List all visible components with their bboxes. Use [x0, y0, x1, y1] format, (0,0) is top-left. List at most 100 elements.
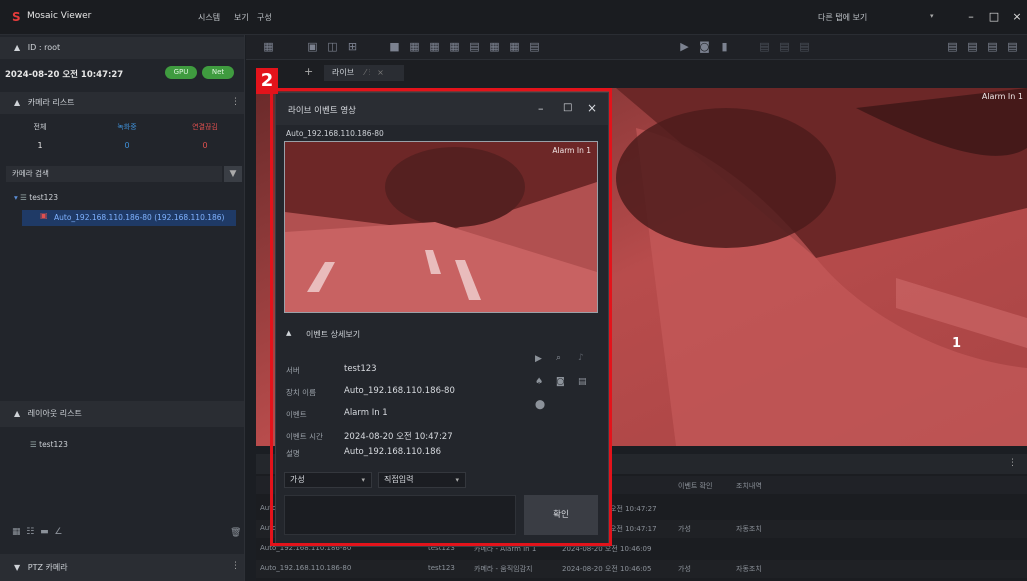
tool-1-icon[interactable]: ▤ [758, 41, 771, 53]
confirm-button[interactable]: 확인 [524, 495, 598, 535]
microphone-icon[interactable]: ♪ [578, 353, 584, 363]
bookmark-icon[interactable]: ▮ [718, 41, 731, 53]
search-icon[interactable]: ⌕ [556, 353, 561, 363]
false-alarm-select-value: 가성 [290, 475, 305, 484]
detail-label-event: 이벤트 [286, 410, 307, 419]
popup-minimize-icon[interactable]: – [538, 102, 544, 115]
minimize-icon[interactable]: – [962, 9, 980, 25]
tree-camera-item[interactable]: ▣ Auto_192.168.110.186-80 (192.168.110.1… [22, 210, 236, 226]
layout-1-icon[interactable]: ▣ [306, 41, 319, 53]
add-tab-icon[interactable]: + [304, 65, 313, 78]
row-device: Auto [260, 504, 277, 512]
menu-system[interactable]: 시스템 [198, 12, 220, 23]
tree-group-item[interactable]: ▾ ☰ test123 [14, 191, 58, 205]
camera-search-input[interactable]: 카메라 검색 [6, 166, 222, 182]
chevron-down-icon: ▾ [361, 476, 365, 484]
layout-6-icon[interactable]: ▦ [428, 41, 441, 53]
tool-3-icon[interactable]: ▤ [798, 41, 811, 53]
menu-view[interactable]: 보기 [234, 12, 249, 23]
camera-list-header[interactable]: ▲ 카메라 리스트 [0, 92, 244, 114]
tab-close-icon[interactable]: × [377, 68, 384, 77]
user-header[interactable]: ▲ ID : root [0, 37, 244, 59]
sidebar: ▲ ID : root 2024-08-20 오전 10:47:27 GPU N… [0, 35, 245, 581]
folder-icon[interactable]: ▬ [40, 527, 49, 537]
other-tab-view-label[interactable]: 다른 탭에 보기 [818, 12, 867, 23]
popup-title: 라이브 이벤트 영상 [288, 106, 356, 116]
edit-icon[interactable]: ∠ [54, 527, 62, 537]
close-icon[interactable]: × [1008, 9, 1026, 25]
tab-live[interactable]: 라이브 ⁄ ⫶ × [324, 65, 404, 81]
alarm-label: Alarm In 1 [981, 92, 1023, 101]
row-server: test123 [428, 564, 455, 572]
layout-item-label: test123 [39, 440, 68, 449]
view-1-icon[interactable]: ▤ [946, 41, 959, 53]
snapshot-icon[interactable]: ◙ [698, 41, 711, 53]
camera-alarm-icon: ▣ [40, 211, 48, 220]
more-menu-icon[interactable]: ⋮ [1008, 458, 1017, 468]
false-alarm-select[interactable]: 가성 ▾ [284, 472, 372, 488]
play-icon[interactable]: ▶ [535, 354, 542, 364]
location-pin-icon[interactable]: ⬤ [535, 400, 545, 410]
more-menu-icon[interactable]: ⋮ [231, 561, 240, 571]
table-row[interactable]: Auto_192.168.110.186-80 test123 카메라 - 움직… [256, 560, 1027, 578]
layout-10-icon[interactable]: ▦ [508, 41, 521, 53]
note-textarea[interactable] [284, 495, 516, 535]
layout-3-icon[interactable]: ⊞ [346, 41, 359, 53]
view-4-icon[interactable]: ▤ [1006, 41, 1019, 53]
ptz-header[interactable]: ▼ PTZ 카메라 [0, 554, 244, 581]
grid-icon[interactable]: ▦ [12, 527, 21, 537]
bell-icon[interactable]: ♠ [535, 377, 543, 387]
layout-list-title: 레이아웃 리스트 [27, 409, 82, 418]
detail-value-device: Auto_192.168.110.186-80 [344, 386, 455, 396]
gpu-badge: GPU [165, 66, 197, 79]
app-title: Mosaic Viewer [27, 11, 92, 21]
input-mode-select[interactable]: 직접입력 ▾ [378, 472, 466, 488]
layout-item[interactable]: ☰ test123 [30, 438, 68, 452]
detail-value-server: test123 [344, 364, 377, 374]
collapse-icon[interactable]: ▲ [14, 409, 20, 418]
popup-video-art [285, 142, 597, 312]
camera-icon[interactable]: ◙ [556, 377, 565, 387]
ptz-title: PTZ 카메라 [27, 563, 68, 572]
layout-8-icon[interactable]: ▤ [468, 41, 481, 53]
layout-9-icon[interactable]: ▦ [488, 41, 501, 53]
detail-label-description: 설명 [286, 449, 300, 458]
view-3-icon[interactable]: ▤ [986, 41, 999, 53]
document-icon[interactable]: ▤ [578, 377, 587, 387]
popup-maximize-icon[interactable]: □ [563, 102, 572, 113]
grid-layout-icon[interactable]: ▦ [262, 41, 275, 53]
row-action: 자동조치 [736, 565, 762, 573]
tree-expand-icon[interactable]: ▾ [14, 193, 18, 202]
popup-close-icon[interactable]: × [587, 101, 597, 115]
popup-titlebar: 라이브 이벤트 영상 – □ × [276, 93, 608, 125]
popup-camera-name: Auto_192.168.110.186-80 [286, 129, 384, 138]
stat-disconnected-value: 0 [202, 141, 208, 150]
col-action: 조치내역 [736, 482, 762, 490]
popup-video[interactable]: Alarm In 1 [284, 141, 598, 313]
collapse-icon[interactable]: ▲ [286, 329, 291, 337]
menu-config[interactable]: 구성 [257, 12, 272, 23]
stat-disconnected-label: 연결끊김 [192, 123, 218, 131]
view-2-icon[interactable]: ▤ [966, 41, 979, 53]
maximize-icon[interactable]: □ [985, 9, 1003, 25]
details-header[interactable]: ▲ 이벤트 상세보기 [276, 325, 608, 343]
delete-icon[interactable]: 🗑 [230, 528, 241, 538]
play-icon[interactable]: ▶ [678, 41, 691, 53]
collapse-icon[interactable]: ▲ [14, 98, 20, 107]
layout-2-icon[interactable]: ◫ [326, 41, 339, 53]
collapse-icon[interactable]: ▲ [14, 43, 20, 52]
camera-list-title: 카메라 리스트 [27, 98, 75, 107]
split-icon[interactable]: ☷ [26, 527, 34, 537]
layout-7-icon[interactable]: ▦ [448, 41, 461, 53]
dropdown-chevron-icon[interactable]: ▾ [930, 12, 934, 20]
layout-4-icon[interactable]: ■ [388, 41, 401, 53]
more-menu-icon[interactable]: ⋮ [231, 97, 240, 107]
layout-5-icon[interactable]: ▦ [408, 41, 421, 53]
expand-icon[interactable]: ▼ [14, 563, 20, 572]
app-logo-icon: S [12, 10, 21, 24]
chevron-down-icon: ▾ [455, 476, 459, 484]
layout-list-header[interactable]: ▲ 레이아웃 리스트 [0, 401, 244, 427]
layout-11-icon[interactable]: ▤ [528, 41, 541, 53]
filter-icon[interactable]: ▼ [224, 166, 242, 182]
tool-2-icon[interactable]: ▤ [778, 41, 791, 53]
